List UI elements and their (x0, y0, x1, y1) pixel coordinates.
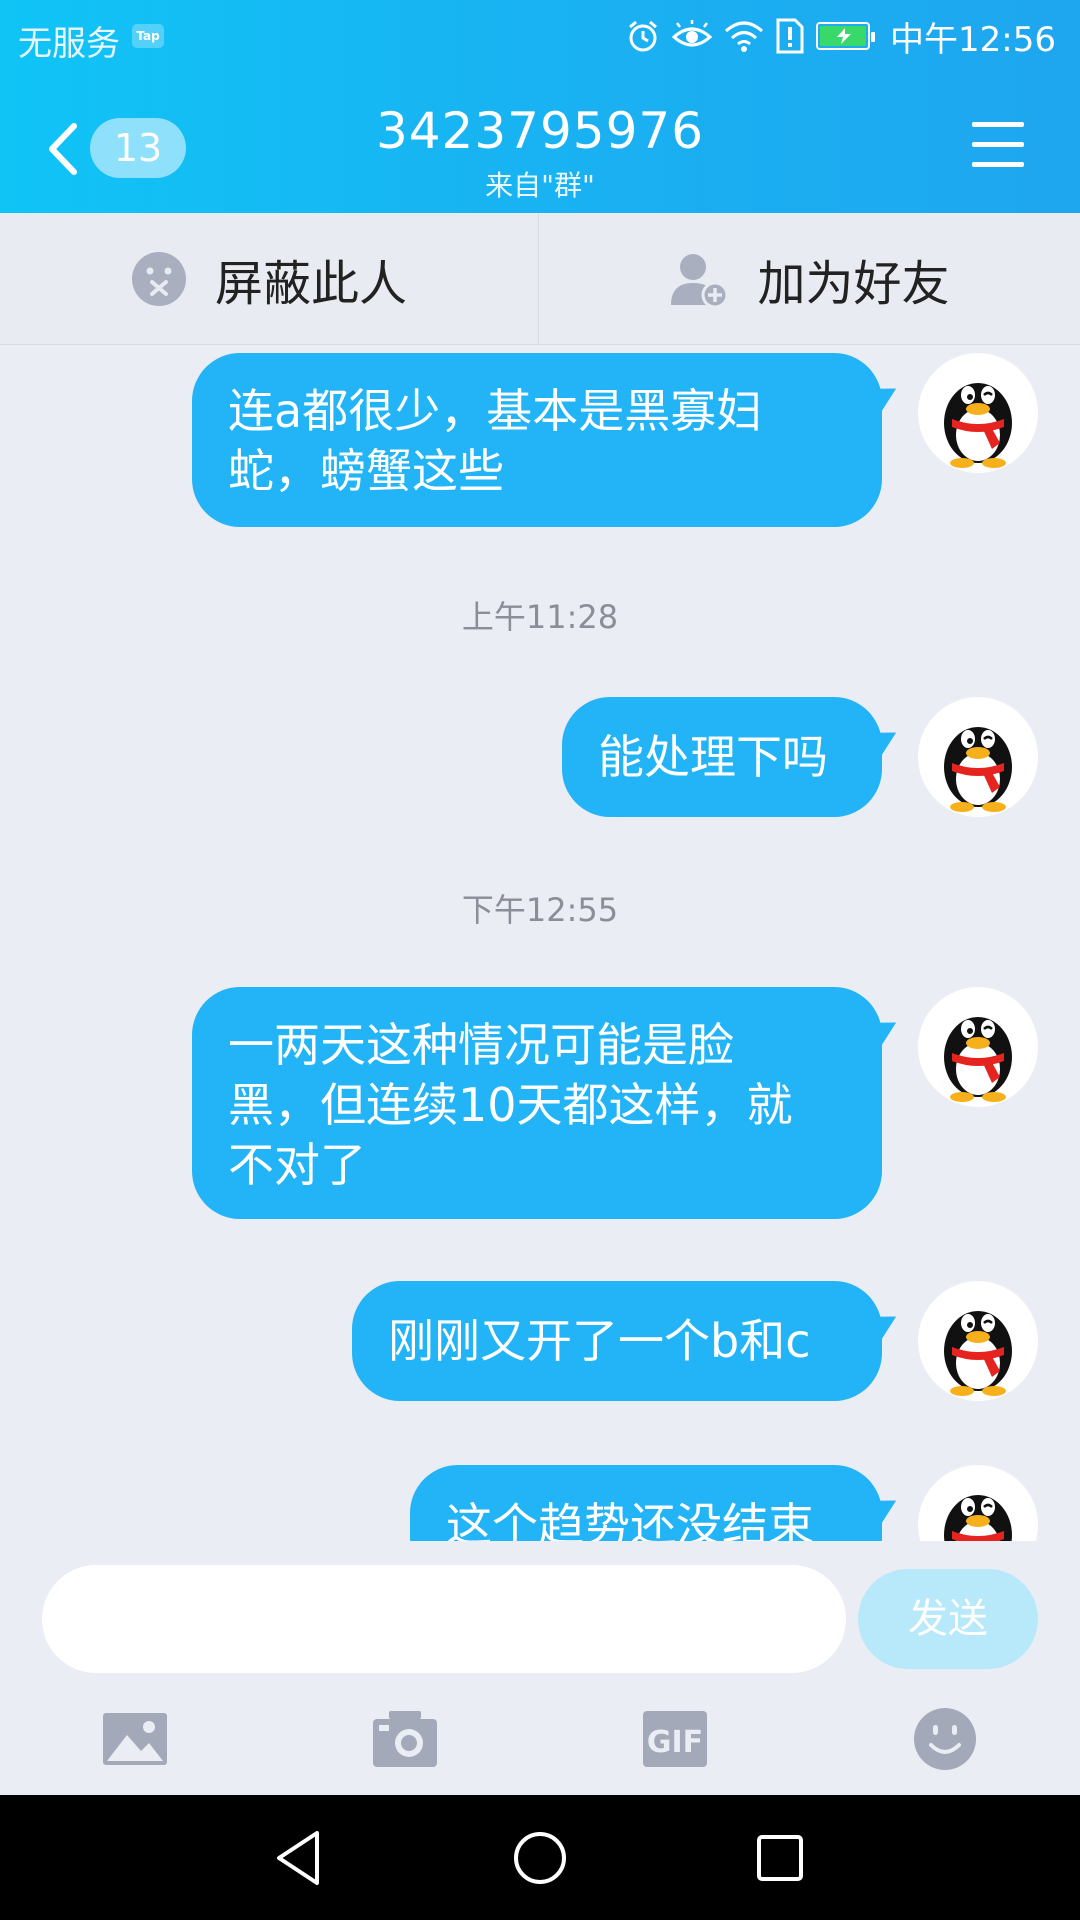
message-bubble[interactable]: 这个趋势还没结束 (410, 1465, 882, 1541)
add-friend-button[interactable]: 加为好友 (540, 213, 1079, 345)
send-button[interactable]: 发送 (858, 1569, 1038, 1669)
recents-square-icon (757, 1835, 803, 1881)
battery-charging-icon (816, 22, 876, 50)
menu-button[interactable] (972, 122, 1024, 168)
add-friend-label: 加为好友 (757, 256, 950, 312)
menu-icon (972, 122, 1024, 127)
penguin-icon (944, 1017, 1012, 1102)
nav-back-button[interactable] (265, 1823, 335, 1893)
add-friend-icon (671, 254, 729, 307)
penguin-icon (944, 383, 1012, 468)
page-subtitle: 来自"群" (485, 169, 595, 202)
status-icons: 中午12:56 (626, 14, 1056, 60)
image-button[interactable] (95, 1699, 175, 1779)
title-bar: 13 3423795976 来自"群" (0, 80, 1080, 213)
message-bubble[interactable]: 连a都很少，基本是黑寡妇 蛇，螃蟹这些 (192, 353, 882, 527)
nav-home-button[interactable] (505, 1823, 575, 1893)
emoji-icon (914, 1708, 976, 1770)
back-triangle-icon (277, 1831, 319, 1885)
avatar[interactable] (918, 1281, 1038, 1401)
timestamp: 下午12:55 (461, 891, 619, 929)
block-person-label: 屏蔽此人 (214, 256, 407, 312)
avatar[interactable] (918, 697, 1038, 817)
message-input[interactable] (42, 1565, 846, 1673)
alert-sim-icon (776, 18, 804, 54)
block-face-icon (131, 252, 186, 306)
penguin-icon (944, 727, 1012, 812)
nav-recents-button[interactable] (745, 1823, 815, 1893)
avatar[interactable] (918, 353, 1038, 473)
avatar[interactable] (918, 1465, 1038, 1541)
camera-button[interactable] (365, 1699, 445, 1779)
penguin-icon (944, 1311, 1012, 1396)
input-area: 发送 GIF (0, 1541, 1080, 1795)
message-list[interactable]: 连a都很少，基本是黑寡妇 蛇，螃蟹这些 上午11:28 能处理下吗 下午12:5… (0, 345, 1080, 1541)
stranger-action-bar: 屏蔽此人 加为好友 (0, 213, 1080, 345)
message-bubble[interactable]: 能处理下吗 (562, 697, 882, 817)
svg-text:GIF: GIF (647, 1725, 703, 1760)
block-person-button[interactable]: 屏蔽此人 (0, 213, 539, 345)
gif-icon: GIF (643, 1711, 707, 1767)
wifi-icon (725, 21, 764, 52)
message-bubble[interactable]: 刚刚又开了一个b和c (352, 1281, 882, 1401)
system-nav-bar (0, 1795, 1080, 1920)
carrier-label: 无服务 (18, 24, 120, 64)
timestamp: 上午11:28 (461, 598, 619, 636)
status-time: 中午12:56 (890, 19, 1056, 60)
chat-header: 无服务 Tap 中午12:56 13 3423795976 来自"群" (0, 0, 1080, 213)
avatar[interactable] (918, 987, 1038, 1107)
eye-icon (672, 20, 713, 47)
camera-icon (373, 1711, 437, 1767)
status-bar: 无服务 Tap 中午12:56 (0, 0, 1080, 75)
image-icon (103, 1713, 167, 1765)
penguin-icon (944, 1495, 1012, 1541)
gif-button[interactable]: GIF (635, 1699, 715, 1779)
alarm-icon (629, 20, 657, 52)
message-bubble[interactable]: 一两天这种情况可能是脸 黑，但连续10天都这样，就 不对了 (192, 987, 882, 1219)
page-title: 3423795976 (375, 102, 705, 160)
home-circle-icon (514, 1832, 566, 1884)
tap-badge: Tap (132, 24, 164, 48)
emoji-button[interactable] (905, 1699, 985, 1779)
